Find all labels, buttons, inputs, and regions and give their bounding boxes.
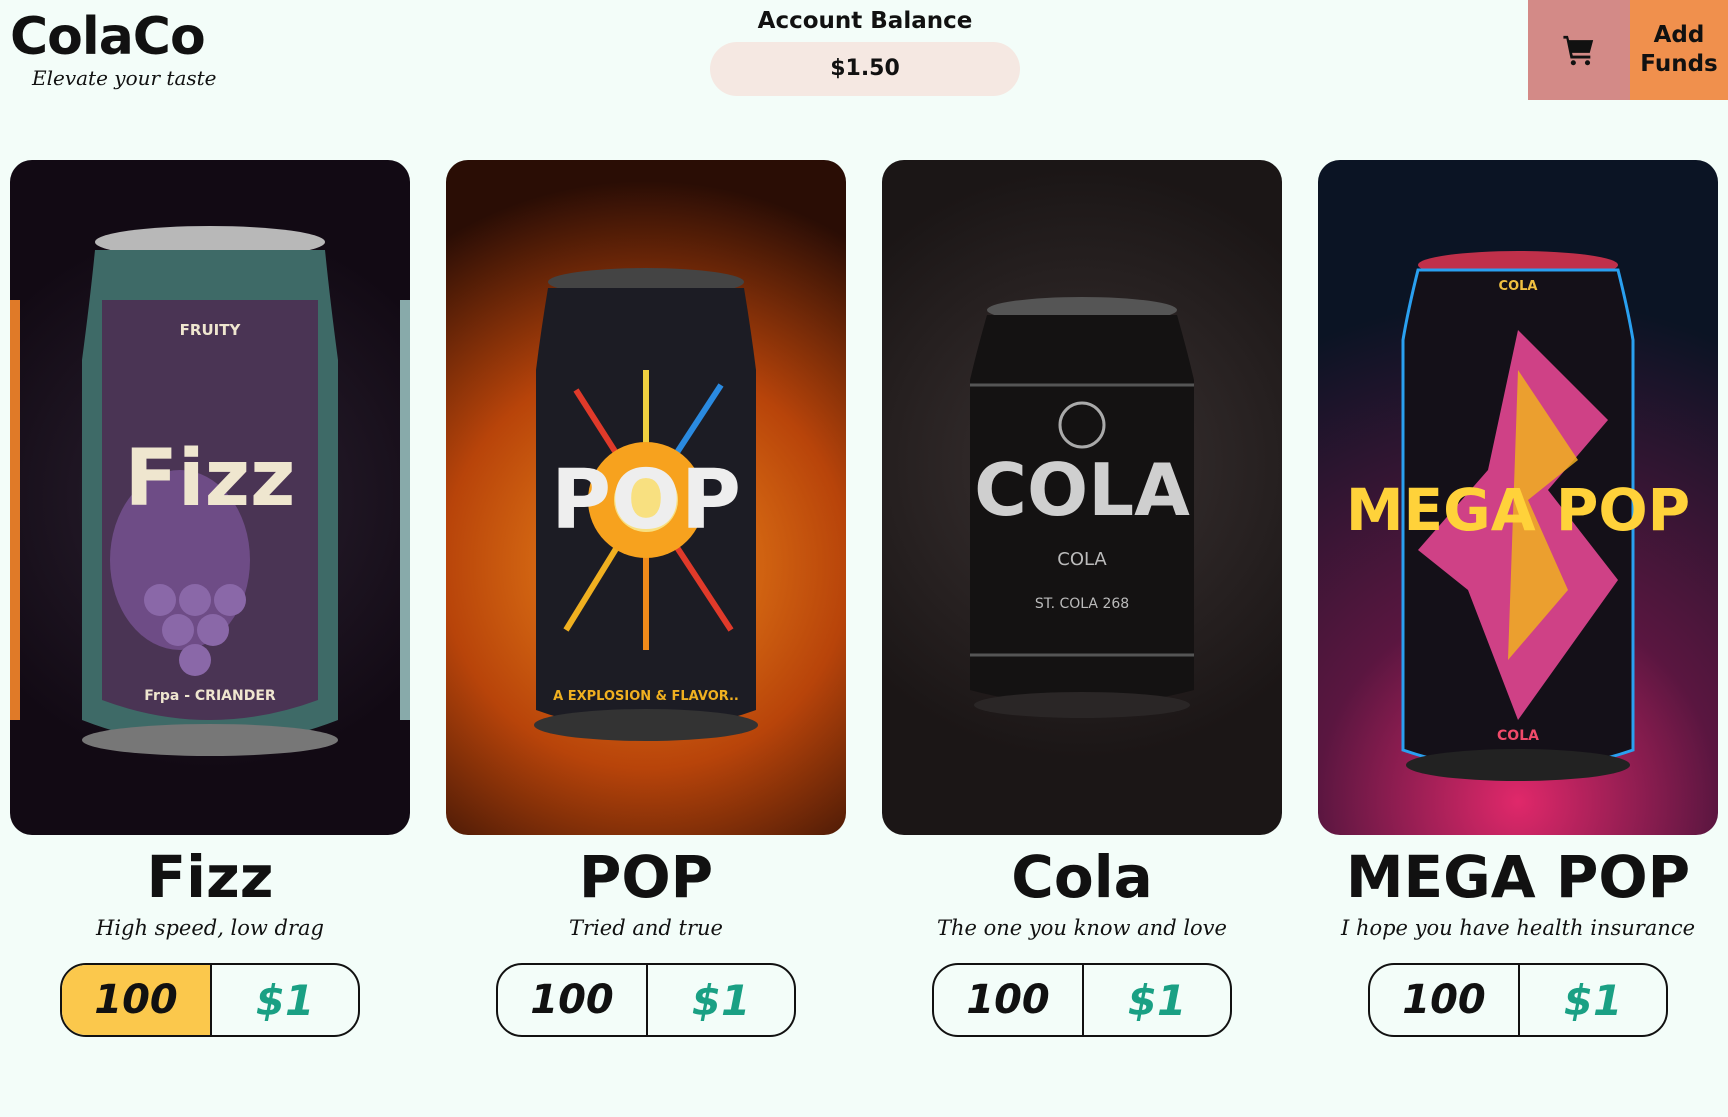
svg-text:MEGA POP: MEGA POP — [1346, 476, 1690, 544]
product-card-cola: COLA COLA ST. COLA 268 Cola The one you … — [882, 160, 1282, 1037]
add-funds-button[interactable]: Add Funds — [1630, 0, 1728, 100]
buy-control: 100 $1 — [496, 963, 796, 1037]
svg-text:POP: POP — [551, 453, 741, 548]
price-button[interactable]: $1 — [648, 965, 794, 1035]
svg-text:Fizz: Fizz — [125, 434, 296, 524]
svg-text:Frpa - CRIANDER: Frpa - CRIANDER — [144, 688, 276, 704]
quantity-button[interactable]: 100 — [498, 965, 648, 1035]
product-name: POP — [578, 843, 714, 911]
balance-value: $1.50 — [710, 42, 1020, 96]
brand-name: ColaCo — [10, 7, 206, 67]
cart-icon — [1563, 35, 1594, 66]
product-description: High speed, low drag — [96, 916, 324, 940]
product-name: Cola — [1011, 843, 1153, 911]
product-description: I hope you have health insurance — [1340, 916, 1696, 940]
price-button[interactable]: $1 — [1084, 965, 1230, 1035]
buy-control: 100 $1 — [1368, 963, 1668, 1037]
product-name: MEGA POP — [1345, 843, 1691, 911]
svg-text:COLA: COLA — [1499, 279, 1538, 294]
price-button[interactable]: $1 — [1520, 965, 1666, 1035]
svg-text:FRUITY: FRUITY — [180, 321, 242, 339]
cola-can-illustration: COLA COLA ST. COLA 268 — [970, 297, 1194, 718]
product-image-fizz[interactable]: Fizz FRUITY Frpa - CRIANDER — [10, 160, 410, 835]
mega-pop-can-illustration: MEGA POP COLA COLA — [1346, 251, 1690, 781]
brand-tagline: Elevate your taste — [32, 66, 217, 90]
product-description: Tried and true — [569, 916, 723, 940]
svg-text:COLA: COLA — [1057, 549, 1107, 570]
product-card-mega-pop: MEGA POP COLA COLA MEGA POP I hope you h… — [1318, 160, 1718, 1037]
product-card-fizz: Fizz FRUITY Frpa - CRIANDER Fizz High sp… — [10, 160, 410, 1037]
header: ColaCo Elevate your taste Account Balanc… — [0, 0, 1728, 110]
svg-text:COLA: COLA — [1497, 728, 1539, 744]
brand: ColaCo Elevate your taste — [10, 2, 217, 90]
product-image-pop[interactable]: POP A EXPLOSION & FLAVOR.. — [446, 160, 846, 835]
svg-text:ST. COLA 268: ST. COLA 268 — [1035, 596, 1129, 612]
product-card-pop: POP A EXPLOSION & FLAVOR.. POP Tried and… — [446, 160, 846, 1037]
quantity-button[interactable]: 100 — [1370, 965, 1520, 1035]
svg-text:A EXPLOSION & FLAVOR..: A EXPLOSION & FLAVOR.. — [553, 689, 739, 704]
balance-label: Account Balance — [757, 8, 973, 34]
product-image-mega-pop[interactable]: MEGA POP COLA COLA — [1318, 160, 1718, 835]
product-image-cola[interactable]: COLA COLA ST. COLA 268 — [882, 160, 1282, 835]
account-balance: Account Balance $1.50 — [710, 8, 1020, 96]
quantity-button[interactable]: 100 — [62, 965, 212, 1035]
buy-control: 100 $1 — [60, 963, 360, 1037]
add-funds-label-2: Funds — [1640, 51, 1718, 77]
add-funds-label-1: Add — [1653, 22, 1705, 48]
cart-button[interactable] — [1528, 0, 1630, 100]
pop-can-illustration: POP A EXPLOSION & FLAVOR.. — [534, 268, 758, 741]
quantity-button[interactable]: 100 — [934, 965, 1084, 1035]
product-name: Fizz — [146, 843, 274, 911]
svg-text:COLA: COLA — [974, 448, 1190, 532]
buy-control: 100 $1 — [932, 963, 1232, 1037]
product-description: The one you know and love — [937, 916, 1227, 940]
fizz-can-illustration: Fizz FRUITY Frpa - CRIANDER — [10, 226, 410, 756]
price-button[interactable]: $1 — [212, 965, 358, 1035]
